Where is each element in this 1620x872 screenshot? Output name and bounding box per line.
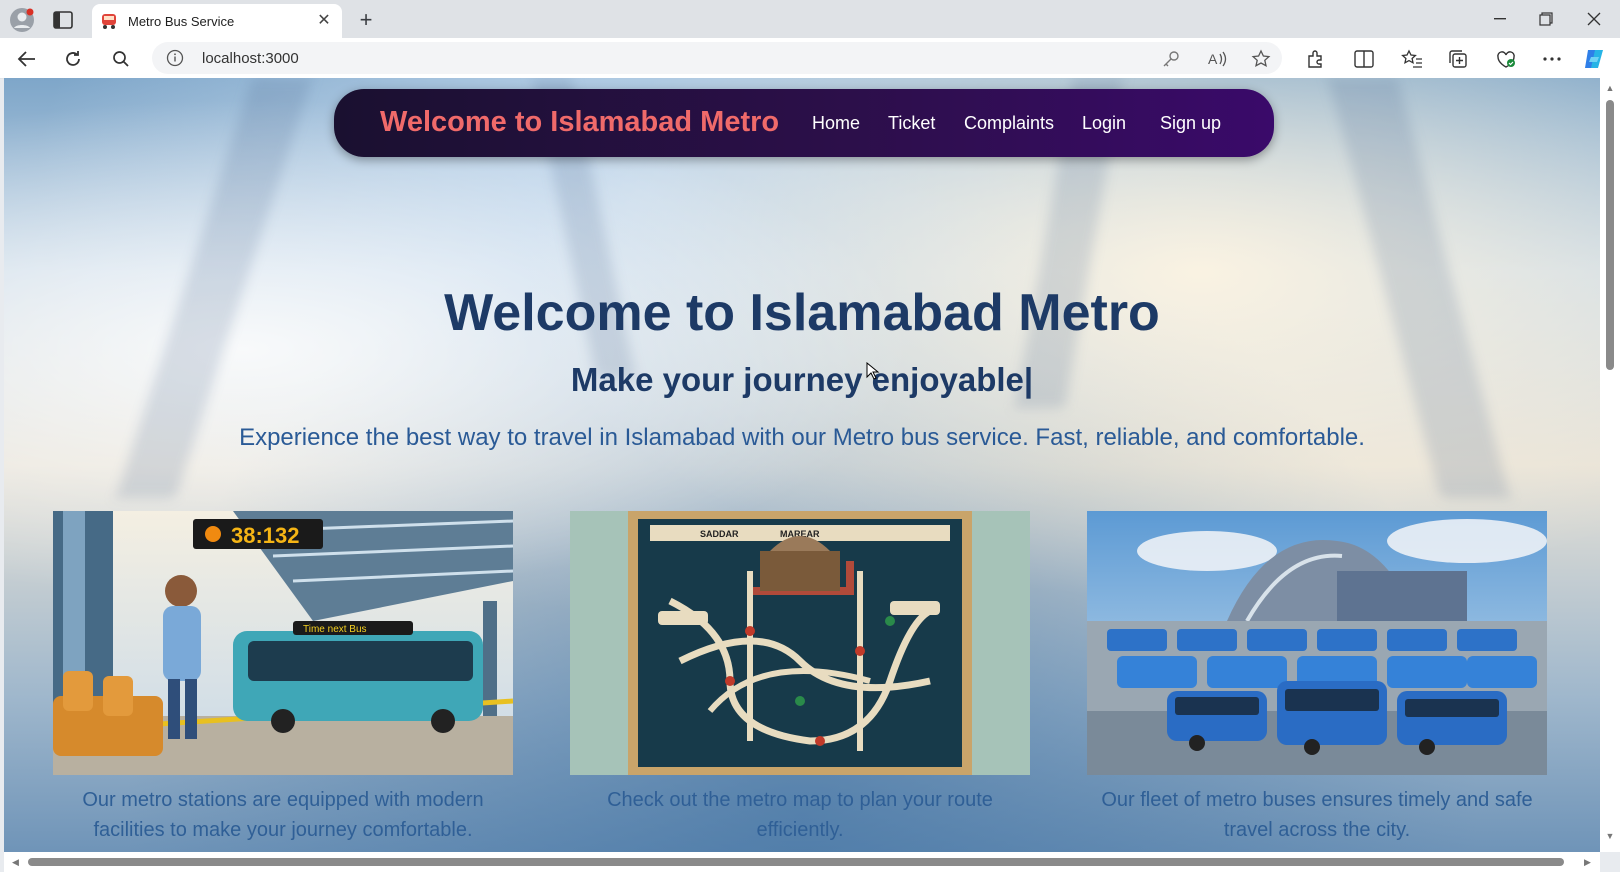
browser-tab-bar: Metro Bus Service ✕ + [0,0,1620,39]
collections-icon[interactable] [1446,47,1470,71]
more-icon[interactable] [1540,47,1564,71]
station-timer: 38:132 [231,523,300,548]
new-tab-icon[interactable]: + [354,7,378,32]
vertical-scrollbar[interactable]: ▲ ▼ [1600,78,1620,852]
extensions-icon[interactable] [1304,47,1328,71]
tab-title: Metro Bus Service [128,13,235,29]
search-icon[interactable] [108,46,134,72]
hero-subtitle: Make your journey enjoyable| [570,361,1034,398]
maximize-icon[interactable] [1526,6,1566,32]
favorite-star-icon[interactable] [1250,48,1272,70]
browser-essentials-icon[interactable] [1494,47,1518,71]
station-caption: Our metro stations are equipped with mod… [82,789,484,841]
nav-link-login[interactable]: Login [1082,113,1126,134]
map-label-saddar: SADDAR [700,529,739,539]
browser-toolbar: localhost:3000 A [0,38,1620,79]
scroll-right-icon[interactable]: ▶ [1584,857,1592,867]
favorites-icon[interactable] [1400,47,1424,71]
address-bar[interactable]: localhost:3000 A [152,42,1282,74]
nav-link-ticket[interactable]: Ticket [888,113,935,134]
workspaces-icon[interactable] [50,8,76,32]
horizontal-scrollbar[interactable]: ◀ ▶ [4,852,1600,872]
metro-favicon [100,12,118,30]
nav-link-complaints[interactable]: Complaints [964,113,1054,134]
profile-icon[interactable] [8,6,36,34]
nav-link-signup[interactable]: Sign up [1160,113,1221,134]
metro-map-image: SADDAR MAREAR [570,511,1030,775]
brand-title[interactable]: Welcome to Islamabad Metro [380,106,779,139]
scroll-left-icon[interactable]: ◀ [12,857,20,867]
split-screen-icon[interactable] [1352,47,1376,71]
active-tab[interactable]: Metro Bus Service ✕ [92,4,342,38]
nav-link-home[interactable]: Home [812,113,860,134]
info-icon[interactable] [166,49,184,67]
svg-text:A: A [1208,51,1218,67]
reload-icon[interactable] [60,46,86,72]
site-navbar: Welcome to Islamabad Metro Home Ticket C… [334,89,1274,157]
scroll-down-icon[interactable]: ▼ [1605,832,1615,841]
metro-map-caption: Check out the metro map to plan your rou… [607,789,993,841]
mouse-cursor-icon [866,361,880,380]
close-window-icon[interactable] [1574,6,1614,32]
hero-description: Experience the best way to travel in Isl… [239,424,1365,451]
bus-fleet-image [1087,511,1547,775]
horizontal-scroll-thumb[interactable] [28,858,1564,866]
page-viewport: Welcome to Islamabad Metro Home Ticket C… [4,78,1600,852]
read-aloud-icon[interactable]: A [1206,48,1228,70]
close-tab-icon[interactable]: ✕ [316,13,332,29]
url-text[interactable]: localhost:3000 [202,50,299,67]
scroll-up-icon[interactable]: ▲ [1605,84,1615,93]
copilot-icon[interactable] [1582,47,1606,71]
bus-sign: Time next Bus [303,624,367,635]
hero-title: Welcome to Islamabad Metro [444,284,1160,342]
back-icon[interactable] [14,46,40,72]
station-image: 38:132 Time next Bus [53,511,513,775]
minimize-icon[interactable] [1480,6,1520,32]
vertical-scroll-thumb[interactable] [1606,100,1614,370]
bus-fleet-caption: Our fleet of metro buses ensures timely … [1101,789,1533,841]
password-key-icon[interactable] [1160,48,1182,70]
